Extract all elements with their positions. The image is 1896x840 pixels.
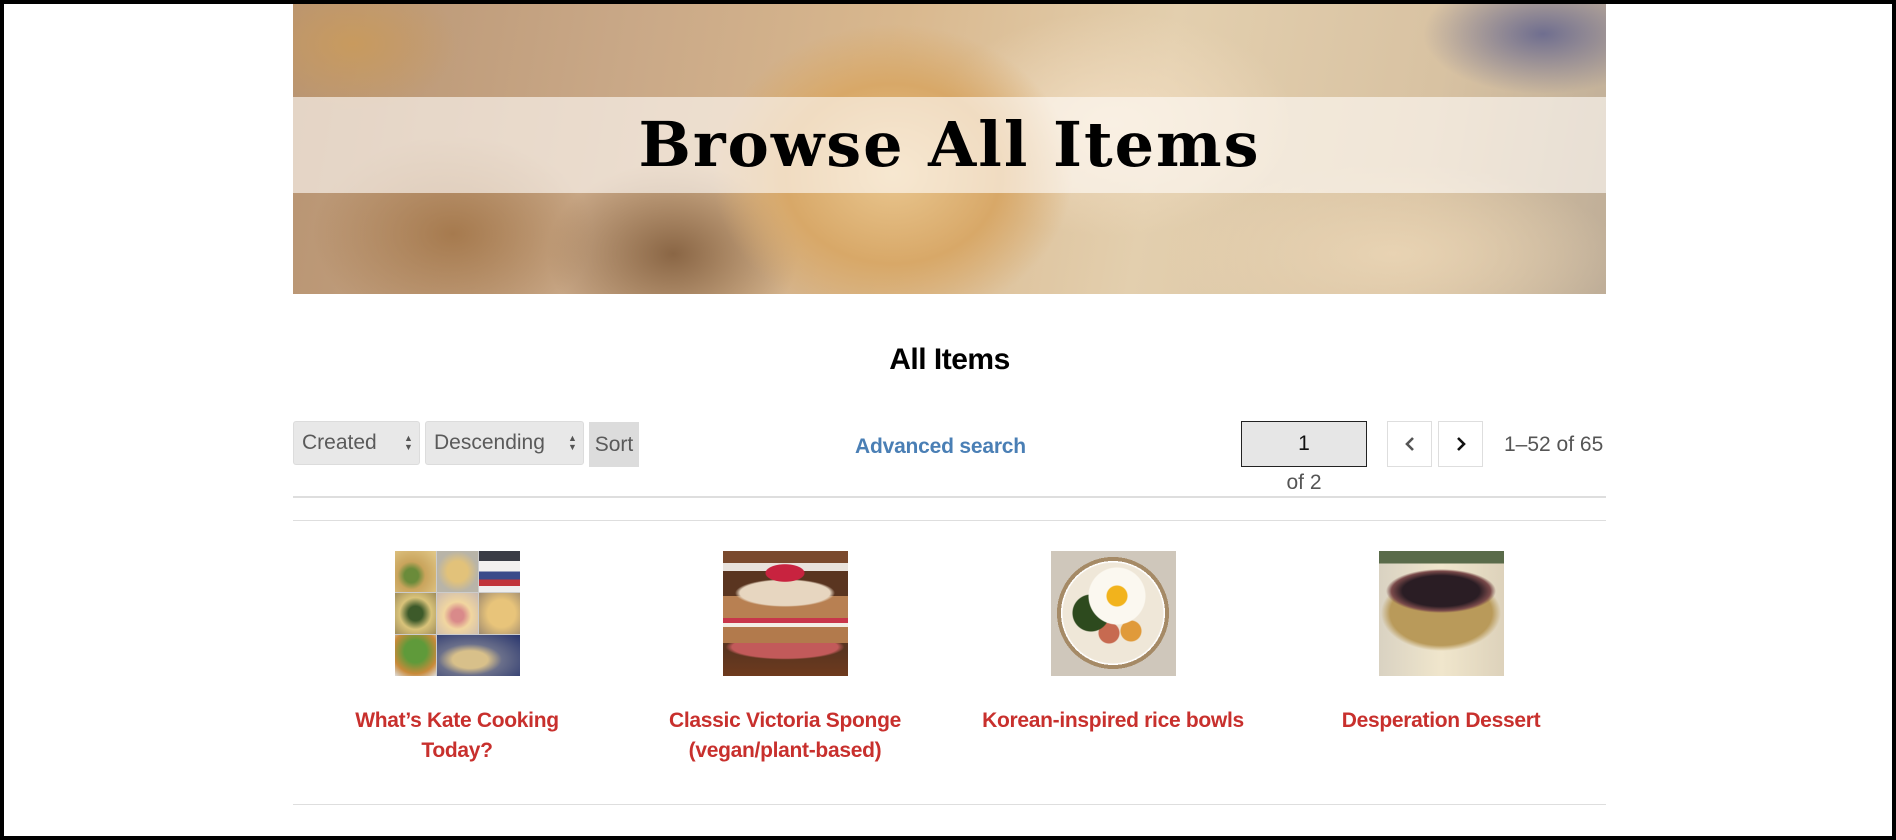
select-arrows-icon: ▲ ▼	[404, 433, 413, 452]
sort-order-value: Descending	[434, 431, 545, 454]
item-card: Classic Victoria Sponge (vegan/plant-bas…	[621, 551, 949, 766]
banner-title-band: Browse All Items	[293, 97, 1606, 193]
sort-button[interactable]: Sort	[589, 422, 639, 467]
item-title-link[interactable]: Desperation Dessert	[1301, 706, 1581, 736]
results-range-label: 1–52 of 65	[1504, 433, 1604, 456]
sort-field-select[interactable]: Created ▲ ▼	[293, 421, 420, 465]
items-grid: What’s Kate Cooking Today? Classic Victo…	[293, 551, 1606, 766]
section-title: All Items	[889, 343, 1010, 376]
divider	[293, 496, 1606, 498]
select-arrows-icon: ▲ ▼	[568, 433, 577, 452]
page-container: Browse All Items All Items Created ▲ ▼ De…	[293, 4, 1606, 805]
item-card: What’s Kate Cooking Today?	[293, 551, 621, 766]
sort-order-select[interactable]: Descending ▲ ▼	[425, 421, 584, 465]
item-title-link[interactable]: Korean-inspired rice bowls	[973, 706, 1253, 736]
chevron-right-icon	[1456, 437, 1466, 451]
divider	[293, 520, 1606, 521]
divider	[293, 804, 1606, 805]
hero-banner: Browse All Items	[293, 4, 1606, 294]
browser-viewport: Browse All Items All Items Created ▲ ▼ De…	[4, 4, 1892, 836]
total-pages-label: of 2	[1286, 471, 1322, 494]
next-page-button[interactable]	[1438, 421, 1483, 467]
sort-field-value: Created	[302, 431, 377, 454]
item-card: Desperation Dessert	[1277, 551, 1605, 766]
page-title: Browse All Items	[638, 108, 1261, 181]
item-title-link[interactable]: Classic Victoria Sponge (vegan/plant-bas…	[645, 706, 925, 766]
item-card: Korean-inspired rice bowls	[949, 551, 1277, 766]
chevron-left-icon	[1404, 437, 1414, 451]
previous-page-button[interactable]	[1387, 421, 1432, 467]
item-title-link[interactable]: What’s Kate Cooking Today?	[317, 706, 597, 766]
item-thumbnail[interactable]	[394, 551, 520, 676]
advanced-search-link[interactable]: Advanced search	[855, 435, 1026, 459]
item-thumbnail[interactable]	[722, 551, 848, 676]
browse-controls: Created ▲ ▼ Descending ▲ ▼ Sort Advanced s…	[293, 421, 1606, 494]
item-thumbnail[interactable]	[1378, 551, 1504, 676]
item-thumbnail[interactable]	[1050, 551, 1176, 676]
page-number-input[interactable]	[1241, 421, 1367, 467]
